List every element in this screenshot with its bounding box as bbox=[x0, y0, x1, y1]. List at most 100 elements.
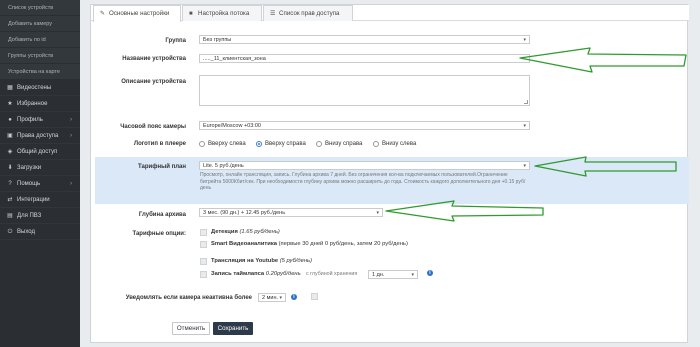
sidebar-item-profile[interactable]: ● Профиль › bbox=[0, 112, 80, 128]
sidebar-item-integrations[interactable]: ⇄ Интеграции bbox=[0, 192, 80, 208]
logo-radio-top-left[interactable] bbox=[199, 141, 205, 147]
sidebar-item-favorites[interactable]: ★ Избранное bbox=[0, 96, 80, 112]
logo-option-top-right: Вверху справа bbox=[265, 141, 306, 147]
logout-icon: ⏻ bbox=[7, 229, 13, 235]
youtube-option: Трансляция на Youtube (5 руб/день) bbox=[211, 258, 312, 264]
cancel-button[interactable]: Отменить bbox=[172, 322, 210, 335]
timezone-select[interactable]: Europe/Moscow +03:00 ▾ bbox=[199, 121, 530, 130]
sidebar-item-label: Избранное bbox=[17, 101, 48, 107]
sidebar-item-logout[interactable]: ⏻ Выход bbox=[0, 224, 80, 240]
tariff-description: Просмотр, онлайн трансляция, запись. Глу… bbox=[200, 172, 526, 192]
timelapse-option: Запись таймлапса 0.20руб/день bbox=[211, 271, 301, 277]
timelapse-name: Запись таймлапса bbox=[211, 271, 265, 277]
sidebar-subitem-add-camera[interactable]: Добавить камеру bbox=[0, 16, 80, 32]
sidebar-subitem-add-by-id[interactable]: Добавить по id bbox=[0, 32, 80, 48]
youtube-checkbox[interactable] bbox=[200, 258, 207, 265]
logo-label: Логотип в плеере bbox=[133, 141, 186, 147]
save-button[interactable]: Сохранить bbox=[213, 322, 253, 335]
archive-select[interactable]: 3 мес. (90 дн.) + 12.45 руб./день ▾ bbox=[199, 208, 383, 217]
timezone-label: Часовой пояс камеры bbox=[120, 124, 186, 130]
download-icon: ⬇ bbox=[7, 165, 13, 171]
user-icon: ● bbox=[8, 117, 12, 123]
caret-down-icon: ▾ bbox=[279, 295, 282, 301]
caret-down-icon: ▾ bbox=[523, 37, 526, 43]
sidebar-item-label: Для ПВЗ bbox=[17, 213, 42, 219]
resize-grip-icon[interactable] bbox=[524, 100, 528, 104]
star-icon: ★ bbox=[7, 101, 13, 107]
help-icon: ? bbox=[8, 181, 12, 187]
tab-label: Основные настройки bbox=[109, 10, 170, 17]
caret-down-icon: ▾ bbox=[523, 123, 526, 129]
caret-down-icon: ▾ bbox=[376, 210, 379, 216]
detection-checkbox[interactable] bbox=[200, 229, 207, 236]
chevron-right-icon: › bbox=[70, 117, 72, 123]
tariff-select[interactable]: Lite. 5 руб./день ▾ bbox=[199, 161, 530, 170]
sidebar-item-label: Общий доступ bbox=[17, 149, 58, 155]
timelapse-depth-select[interactable]: 1 дн. ▾ bbox=[368, 270, 418, 279]
timelapse-depth-value: 1 дн. bbox=[372, 272, 385, 278]
options-label: Тарифные опции: bbox=[132, 231, 186, 237]
sidebar-subitem-devices-on-map[interactable]: Устройства на карте bbox=[0, 64, 80, 80]
smart-analytics-option: Smart Видеоаналитика (первые 30 дней 0 р… bbox=[211, 241, 408, 247]
logo-radio-top-right[interactable] bbox=[256, 141, 262, 147]
sidebar-item-help[interactable]: ? Помощь › bbox=[0, 176, 80, 192]
sidebar-item-shared-access[interactable]: ◈ Общий доступ bbox=[0, 144, 80, 160]
notify-value: 2 мин. bbox=[262, 295, 279, 301]
sidebar: Список устройств Добавить камеру Добавит… bbox=[0, 0, 80, 347]
sidebar-item-label: Профиль bbox=[17, 117, 43, 123]
chevron-right-icon: › bbox=[70, 133, 72, 139]
device-name-label: Название устройства bbox=[122, 56, 186, 62]
chevron-right-icon: › bbox=[70, 181, 72, 187]
group-label: Группа bbox=[165, 38, 186, 44]
notify-label: Уведомлять если камера неактивна более bbox=[125, 295, 252, 301]
tab-main-settings[interactable]: ✎ Основные настройки bbox=[93, 5, 181, 22]
timelapse-depth-label: с глубиной хранения bbox=[306, 271, 358, 277]
logo-radio-bottom-right[interactable] bbox=[316, 141, 322, 147]
sidebar-item-label: Загрузки bbox=[17, 165, 42, 171]
smart-name: Smart Видеоаналитика bbox=[211, 241, 277, 247]
youtube-price: (5 руб/день) bbox=[279, 258, 313, 264]
sidebar-item-label: Выход bbox=[17, 229, 35, 235]
caret-down-icon: ▾ bbox=[411, 272, 414, 278]
logo-option-bottom-right: Внизу справа bbox=[325, 141, 363, 147]
smart-analytics-checkbox[interactable] bbox=[200, 241, 207, 248]
timelapse-checkbox[interactable] bbox=[200, 271, 207, 278]
tab-access-list[interactable]: ☰ Список прав доступа bbox=[263, 5, 353, 21]
sidebar-subitem-device-groups[interactable]: Группы устройств bbox=[0, 48, 80, 64]
tab-stream-settings[interactable]: ■ Настройка потока bbox=[182, 5, 262, 21]
group-select[interactable]: Без группы ▾ bbox=[199, 35, 530, 44]
logo-option-top-left: Вверху слева bbox=[208, 141, 246, 147]
info-icon[interactable]: i bbox=[427, 270, 433, 276]
sidebar-item-video-walls[interactable]: ▦ Видеостены bbox=[0, 80, 80, 96]
archive-value: 3 мес. (90 дн.) + 12.45 руб./день bbox=[203, 210, 286, 216]
notify-select[interactable]: 2 мин. ▾ bbox=[258, 293, 286, 302]
logo-option-bottom-left: Внизу слева bbox=[382, 141, 417, 147]
video-wall-icon: ▦ bbox=[7, 85, 13, 91]
info-icon[interactable]: i bbox=[291, 294, 297, 300]
description-label: Описание устройства bbox=[121, 79, 186, 85]
timezone-value: Europe/Moscow +03:00 bbox=[203, 123, 261, 129]
sidebar-item-access-rights[interactable]: ▣ Права доступа › bbox=[0, 128, 80, 144]
share-icon: ◈ bbox=[7, 149, 13, 155]
device-name-input[interactable]: ....._11_клиентская_зона bbox=[199, 54, 530, 63]
sidebar-item-label: Видеостены bbox=[17, 85, 52, 91]
tariff-value: Lite. 5 руб./день bbox=[203, 163, 244, 169]
sidebar-item-pvz[interactable]: ▤ Для ПВЗ bbox=[0, 208, 80, 224]
camera-icon: ■ bbox=[189, 11, 193, 17]
sidebar-item-label: Помощь bbox=[17, 181, 41, 187]
timelapse-price: 0.20руб/день bbox=[265, 271, 301, 277]
sidebar-item-downloads[interactable]: ⬇ Загрузки bbox=[0, 160, 80, 176]
sidebar-item-label: Интеграции bbox=[17, 197, 50, 203]
sidebar-subitem-device-list[interactable]: Список устройств bbox=[0, 0, 80, 16]
description-textarea[interactable] bbox=[199, 75, 530, 106]
tab-label: Список прав доступа bbox=[279, 10, 340, 17]
logo-radio-bottom-left[interactable] bbox=[373, 141, 379, 147]
smart-price: (первые 30 дней 0 руб/день, затем 20 руб… bbox=[278, 241, 408, 247]
integrations-icon: ⇄ bbox=[7, 197, 13, 203]
archive-label: Глубина архива bbox=[138, 212, 186, 218]
edit-icon: ✎ bbox=[100, 11, 106, 17]
notify-checkbox[interactable] bbox=[311, 293, 318, 300]
detection-option: Детекция (1.65 руб/день) bbox=[211, 229, 280, 235]
group-value: Без группы bbox=[203, 37, 232, 43]
detection-price: (1.65 руб/день) bbox=[239, 229, 280, 235]
